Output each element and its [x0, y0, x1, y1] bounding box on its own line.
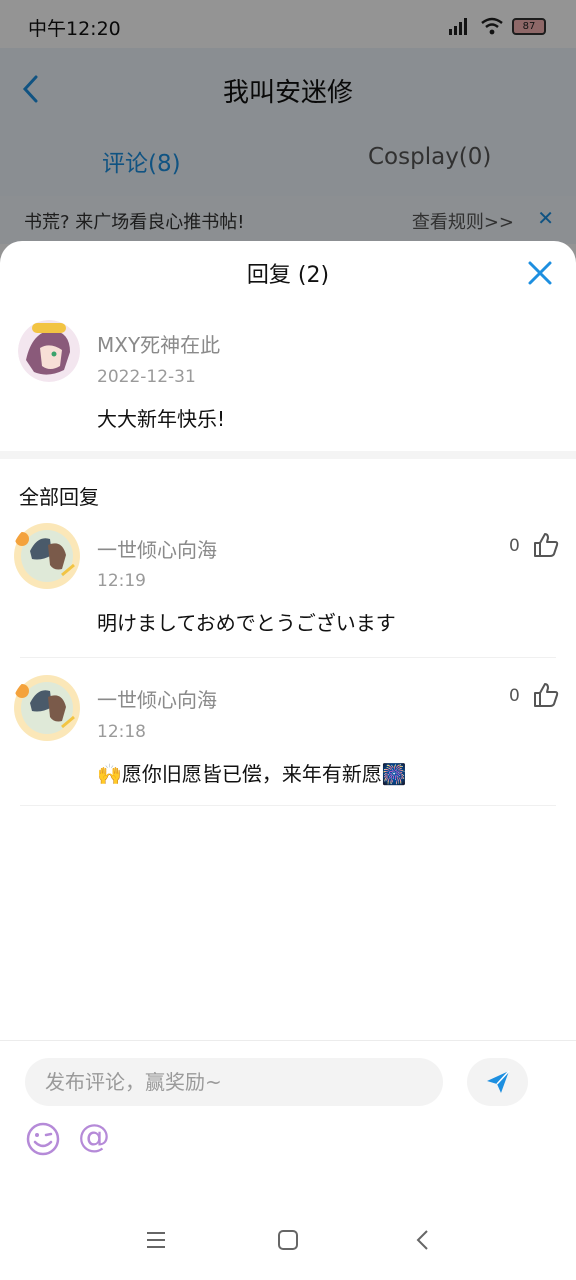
reply-content: 🙌愿你旧愿皆已偿，来年有新愿🎆: [97, 762, 407, 786]
like-count: 0: [509, 536, 520, 556]
close-icon[interactable]: [526, 259, 554, 287]
comment-content: 大大新年快乐!: [97, 407, 226, 431]
avatar[interactable]: [18, 320, 80, 382]
reply-content: 明けましておめでとうございます: [97, 611, 396, 635]
reply-author[interactable]: 一世倾心向海: [97, 534, 217, 563]
row-divider: [20, 657, 556, 658]
menu-icon[interactable]: [145, 1229, 167, 1251]
sheet-title: 回复 (2): [246, 263, 330, 288]
like-count: 0: [509, 686, 520, 706]
reply-time: 12:19: [97, 571, 146, 591]
row-divider: [20, 805, 556, 806]
like-icon[interactable]: [532, 681, 560, 709]
comment-author[interactable]: MXY死神在此: [97, 329, 220, 358]
section-divider: [0, 451, 576, 459]
comment-date: 2022-12-31: [97, 367, 196, 387]
at-icon[interactable]: @: [78, 1117, 110, 1155]
home-icon[interactable]: [277, 1229, 299, 1251]
all-replies-heading: 全部回复: [19, 485, 99, 509]
system-navbar: [0, 1203, 576, 1280]
comment-input[interactable]: [25, 1058, 443, 1106]
avatar[interactable]: [12, 673, 82, 743]
reply-time: 12:18: [97, 722, 146, 742]
comment-input-bar: @: [0, 1040, 576, 1203]
send-icon: [486, 1070, 510, 1093]
reply-author[interactable]: 一世倾心向海: [97, 684, 217, 713]
like-icon[interactable]: [532, 531, 560, 559]
send-button[interactable]: [467, 1058, 528, 1106]
nav-back-icon[interactable]: [412, 1229, 434, 1251]
avatar[interactable]: [12, 521, 82, 591]
emoji-icon[interactable]: [25, 1121, 61, 1157]
